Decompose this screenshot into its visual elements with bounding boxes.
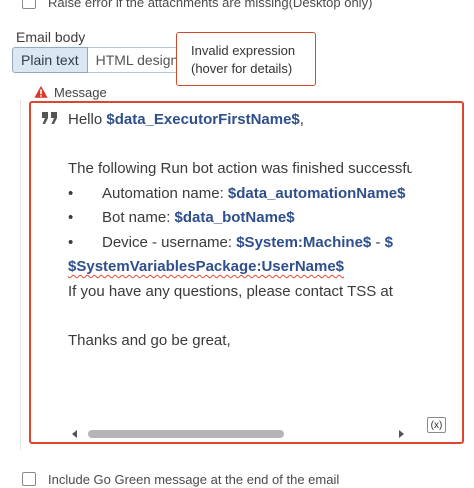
text-line: If you have any questions, please contac… [68, 282, 393, 300]
raise-error-checkbox[interactable] [22, 0, 36, 9]
scroll-left-arrow-icon[interactable] [71, 430, 79, 438]
raise-error-label: Raise error if the attachments are missi… [48, 0, 373, 10]
bullet-line: • Automation name: $data_automationName$ [68, 184, 406, 202]
horizontal-scrollbar-thumb[interactable] [88, 430, 284, 438]
go-green-option: Include Go Green message at the end of t… [22, 472, 339, 488]
variable-token: $data_botName$ [174, 209, 295, 226]
invalid-expression-tooltip: Invalid expression (hover for details) [176, 32, 316, 86]
variable-token: $ [384, 233, 393, 251]
message-editor[interactable]: Hello $data_ExecutorFirstName$, The foll… [29, 101, 464, 444]
message-label: Message [34, 84, 107, 100]
tab-html-designer[interactable]: HTML designer [87, 47, 180, 73]
text-line: Thanks and go be great, [68, 331, 231, 349]
invalid-variable-token[interactable]: $SystemVariablesPackage:UserName$ [68, 258, 344, 275]
raise-error-option: Raise error if the attachments are missi… [22, 0, 372, 12]
email-body-tabs: Plain text HTML designer [12, 47, 180, 73]
tab-plain-text[interactable]: Plain text [12, 47, 88, 73]
insert-variable-button[interactable]: (x) [427, 417, 446, 433]
text-line: The following Run bot action was finishe… [68, 160, 412, 177]
warning-icon [34, 85, 48, 98]
left-guide-line [20, 100, 21, 450]
bullet-line: • Bot name: $data_botName$ [68, 209, 295, 226]
variable-token: $System:Machine$ [236, 233, 372, 251]
empty-line [68, 133, 412, 158]
email-body-label: Email body [16, 29, 86, 45]
variable-token: $data_automationName$ [227, 184, 406, 202]
text-line: $SystemVariablesPackage:UserName$ [68, 255, 412, 280]
tooltip-hint: (hover for details) [191, 61, 293, 76]
message-label-text: Message [54, 84, 107, 100]
tooltip-title: Invalid expression [191, 43, 296, 58]
text-line: Hello $data_ExecutorFirstName$, [68, 111, 304, 128]
scroll-right-arrow-icon[interactable] [397, 430, 405, 438]
message-text[interactable]: Hello $data_ExecutorFirstName$, The foll… [68, 108, 412, 408]
bullet-line: • Device - username: $System:Machine$ - $ [68, 233, 393, 251]
quote-icon [42, 112, 57, 124]
go-green-checkbox[interactable] [22, 472, 36, 486]
empty-line [68, 304, 412, 329]
go-green-label: Include Go Green message at the end of t… [48, 472, 340, 487]
variable-token: $data_ExecutorFirstName$ [106, 111, 300, 128]
